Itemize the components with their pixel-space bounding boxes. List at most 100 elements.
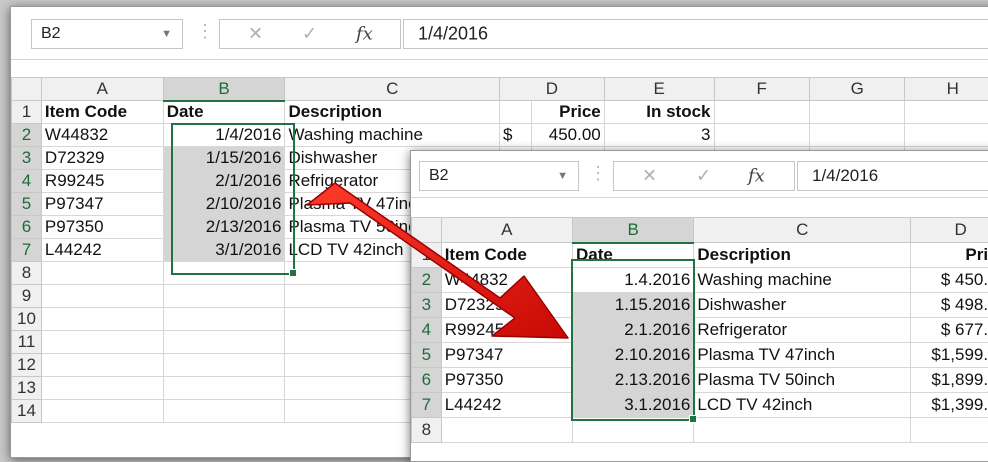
row-header[interactable]: 6 [412, 368, 442, 393]
cell[interactable]: Date [573, 243, 694, 268]
cell[interactable] [714, 101, 809, 124]
row-header[interactable]: 12 [12, 354, 42, 377]
cell[interactable]: Description [694, 243, 911, 268]
cell[interactable] [573, 418, 694, 443]
select-all-corner[interactable] [412, 218, 442, 243]
cell[interactable]: R99245 [441, 318, 572, 343]
row-header[interactable]: 14 [12, 400, 42, 423]
row-header[interactable]: 3 [12, 147, 42, 170]
row-header[interactable]: 1 [12, 101, 42, 124]
cell[interactable]: D72329 [441, 293, 572, 318]
column-header-a[interactable]: A [441, 218, 572, 243]
cell[interactable]: 2.10.2016 [573, 343, 694, 368]
cell[interactable]: 2/1/2016 [163, 170, 285, 193]
column-header-d[interactable]: D [499, 78, 604, 101]
cell[interactable]: D72329 [41, 147, 163, 170]
cell[interactable]: 3/1/2016 [163, 239, 285, 262]
cell[interactable]: W44832 [441, 268, 572, 293]
chevron-down-icon[interactable]: ▼ [557, 170, 568, 182]
cell[interactable] [499, 101, 531, 124]
select-all-corner[interactable] [12, 78, 42, 101]
cell[interactable]: Plasma TV 47inch [694, 343, 911, 368]
row-header[interactable]: 8 [12, 262, 42, 285]
row-header[interactable]: 2 [412, 268, 442, 293]
column-header-g[interactable]: G [809, 78, 904, 101]
cell[interactable]: $ 677.00 [911, 318, 988, 343]
column-header-b[interactable]: B [573, 218, 694, 243]
cell[interactable] [163, 377, 285, 400]
cell[interactable] [694, 418, 911, 443]
cell[interactable]: Refrigerator [694, 318, 911, 343]
cell[interactable]: $ [499, 124, 531, 147]
cell[interactable]: P97350 [441, 368, 572, 393]
cell[interactable]: 2/13/2016 [163, 216, 285, 239]
row-header[interactable]: 9 [12, 285, 42, 308]
row-header[interactable]: 10 [12, 308, 42, 331]
cell[interactable] [163, 400, 285, 423]
cell[interactable]: Description [285, 101, 500, 124]
row-header[interactable]: 7 [412, 393, 442, 418]
row-header[interactable]: 6 [12, 216, 42, 239]
cell[interactable]: 450.00 [531, 124, 604, 147]
cell[interactable] [905, 101, 988, 124]
cell[interactable]: Date [163, 101, 285, 124]
cell[interactable]: 1/4/2016 [163, 124, 285, 147]
cell[interactable]: 3.1.2016 [573, 393, 694, 418]
column-header-d[interactable]: D [911, 218, 988, 243]
formula-input[interactable]: 1/4/2016 [403, 19, 988, 49]
cell[interactable] [163, 354, 285, 377]
fx-icon[interactable]: fx [356, 24, 373, 45]
row-header[interactable]: 11 [12, 331, 42, 354]
row-header[interactable]: 2 [12, 124, 42, 147]
cell[interactable] [441, 418, 572, 443]
cell[interactable]: In stock [604, 101, 714, 124]
cell[interactable] [41, 354, 163, 377]
cell[interactable]: W44832 [41, 124, 163, 147]
cell[interactable]: $1,899.00 [911, 368, 988, 393]
cell[interactable] [41, 308, 163, 331]
cell[interactable] [809, 101, 904, 124]
cell[interactable]: Washing machine [285, 124, 500, 147]
cell[interactable]: $1,599.00 [911, 343, 988, 368]
row-header[interactable]: 8 [412, 418, 442, 443]
check-icon[interactable]: ✓ [302, 24, 317, 45]
cell[interactable]: 2.13.2016 [573, 368, 694, 393]
row-header[interactable]: 3 [412, 293, 442, 318]
column-header-a[interactable]: A [41, 78, 163, 101]
cell[interactable] [41, 400, 163, 423]
cell[interactable] [163, 262, 285, 285]
cell[interactable]: R99245 [41, 170, 163, 193]
cell[interactable]: $ 450.00 [911, 268, 988, 293]
chevron-down-icon[interactable]: ▼ [161, 28, 172, 40]
cell[interactable]: P97350 [41, 216, 163, 239]
cell[interactable] [41, 285, 163, 308]
cell[interactable]: Item Code [441, 243, 572, 268]
name-box[interactable]: B2 ▼ [419, 161, 579, 191]
cell[interactable]: L44242 [441, 393, 572, 418]
cell[interactable] [905, 124, 988, 147]
cell[interactable]: $1,399.00 [911, 393, 988, 418]
cell[interactable]: 2/10/2016 [163, 193, 285, 216]
cell[interactable]: P97347 [441, 343, 572, 368]
cell[interactable]: 1.4.2016 [573, 268, 694, 293]
cell[interactable] [41, 377, 163, 400]
cell[interactable]: Dishwasher [694, 293, 911, 318]
column-header-c[interactable]: C [285, 78, 500, 101]
cell[interactable]: 3 [604, 124, 714, 147]
cell[interactable] [41, 331, 163, 354]
row-header[interactable]: 5 [12, 193, 42, 216]
close-icon[interactable]: ✕ [642, 166, 657, 187]
cell[interactable]: 1/15/2016 [163, 147, 285, 170]
cell[interactable]: Price [911, 243, 988, 268]
cell[interactable] [163, 331, 285, 354]
column-header-f[interactable]: F [714, 78, 809, 101]
cell[interactable]: Plasma TV 50inch [694, 368, 911, 393]
row-header[interactable]: 7 [12, 239, 42, 262]
name-box[interactable]: B2 ▼ [31, 19, 183, 49]
cell[interactable]: Washing machine [694, 268, 911, 293]
cell[interactable]: LCD TV 42inch [694, 393, 911, 418]
row-header[interactable]: 13 [12, 377, 42, 400]
column-header-h[interactable]: H [905, 78, 988, 101]
row-header[interactable]: 4 [12, 170, 42, 193]
cell[interactable]: Price [531, 101, 604, 124]
